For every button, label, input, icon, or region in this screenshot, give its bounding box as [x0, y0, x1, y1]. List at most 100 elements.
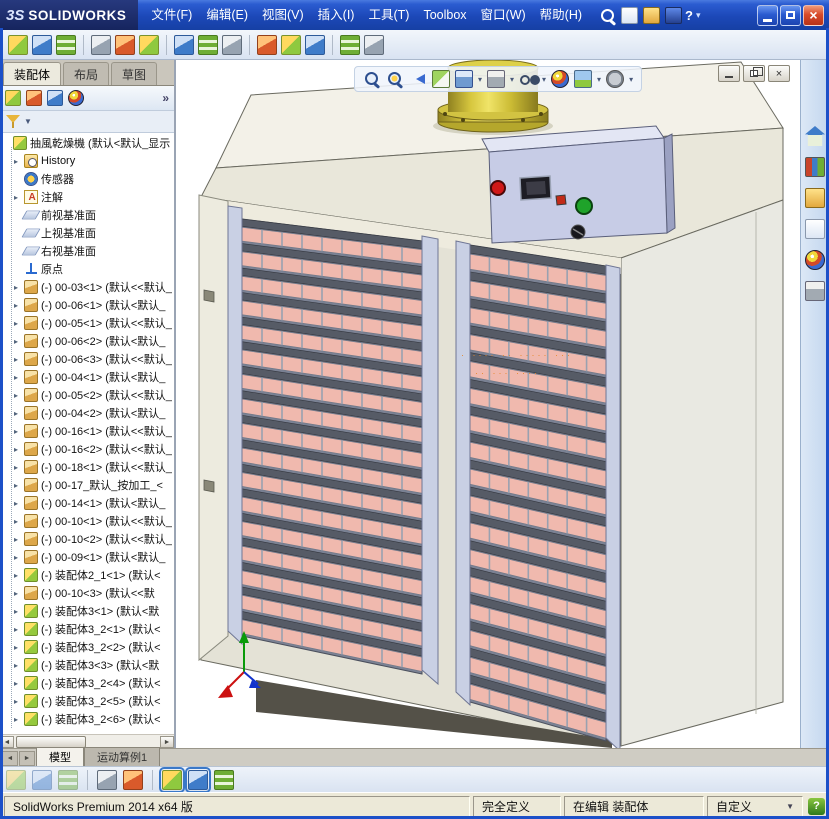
edit-appearance-icon[interactable]	[551, 70, 570, 88]
mate-icon[interactable]	[32, 34, 52, 55]
hide-show-items-icon[interactable]	[519, 70, 537, 88]
graphics-area[interactable]: · ···· ·· ····· ··· ·· ··· ···· ▾ ▾ ▾ ▾ ▾ ×	[176, 60, 800, 748]
expand-arrow-icon[interactable]: ▸	[14, 643, 24, 652]
configurationmanager-icon[interactable]	[47, 90, 63, 106]
view-orientation-icon[interactable]	[455, 70, 473, 88]
tree-item[interactable]: ▸ (-) 00-06<1> (默认<默认_	[0, 296, 174, 314]
tree-item[interactable]: 前视基准面	[0, 206, 174, 224]
edit-component-icon[interactable]	[123, 769, 143, 790]
help-icon[interactable]: ?	[808, 797, 825, 815]
show-hidden-components-icon[interactable]	[174, 34, 194, 55]
tree-item[interactable]: ▸ History	[0, 152, 174, 170]
menu-item[interactable]: Toolbox	[416, 0, 473, 30]
expand-arrow-icon[interactable]: ▸	[14, 319, 24, 328]
zoom-area-icon[interactable]	[386, 70, 404, 88]
tab-layout[interactable]: 布局	[63, 62, 110, 85]
filter-edges-icon[interactable]	[58, 769, 78, 790]
zoom-fit-icon[interactable]	[363, 70, 381, 88]
tree-item[interactable]: ▸ (-) 装配体3<3> (默认<默	[0, 656, 174, 674]
tree-item[interactable]: ▸ (-) 装配体2_1<1> (默认<	[0, 566, 174, 584]
tree-item[interactable]: 抽風乾燥機 (默认<默认_显示	[0, 134, 174, 152]
tab-motion-study[interactable]: 运动算例1	[84, 747, 161, 766]
menu-item[interactable]: 编辑(E)	[199, 0, 255, 30]
expand-arrow-icon[interactable]: ▸	[14, 535, 24, 544]
menu-item[interactable]: 工具(T)	[361, 0, 416, 30]
dropdown-caret-icon[interactable]: ▾	[542, 75, 546, 84]
tree-item[interactable]: ▸ (-) 00-04<2> (默认<默认_	[0, 404, 174, 422]
dropdown-caret-icon[interactable]: ▾	[478, 75, 482, 84]
tree-item[interactable]: ▸ (-) 装配体3_2<2> (默认<	[0, 638, 174, 656]
help-menu-button[interactable]: ?	[682, 8, 696, 23]
maximize-button[interactable]	[780, 4, 801, 26]
search-icon[interactable]	[599, 7, 616, 24]
tree-item[interactable]: ▸ (-) 00-05<2> (默认<<默认_	[0, 386, 174, 404]
apply-scene-icon[interactable]	[574, 70, 593, 88]
expand-arrow-icon[interactable]: ▸	[14, 715, 24, 724]
expand-arrow-icon[interactable]: ▸	[14, 409, 24, 418]
tree-item[interactable]: ▸ (-) 00-14<1> (默认<默认_	[0, 494, 174, 512]
tree-item[interactable]: ▸ (-) 00-04<1> (默认<默认_	[0, 368, 174, 386]
dropdown-caret-icon[interactable]: ▾	[510, 75, 514, 84]
tree-item[interactable]: ▸ (-) 00-10<3> (默认<<默	[0, 584, 174, 602]
tree-item[interactable]: ▸ (-) 装配体3_2<5> (默认<	[0, 692, 174, 710]
menu-item[interactable]: 视图(V)	[255, 0, 311, 30]
custom-menu-caret-icon[interactable]: ▼	[786, 802, 794, 811]
propertymanager-icon[interactable]	[26, 90, 42, 106]
tab-assembly[interactable]: 装配体	[3, 62, 62, 85]
document-restore-button[interactable]	[743, 65, 765, 82]
tree-item[interactable]: ▸ (-) 00-06<3> (默认<<默认_	[0, 350, 174, 368]
instant3d-icon[interactable]	[340, 34, 360, 55]
filter-dropdown-icon[interactable]: ▼	[24, 117, 32, 126]
expand-arrow-icon[interactable]: ▸	[14, 697, 24, 706]
selection-filter-icon[interactable]	[6, 769, 26, 790]
dropdown-caret-icon[interactable]: ▾	[597, 75, 601, 84]
new-document-icon[interactable]	[621, 6, 639, 24]
linear-component-pattern-icon[interactable]	[56, 34, 76, 55]
expand-arrow-icon[interactable]: ▸	[14, 157, 24, 166]
expand-arrow-icon[interactable]: ▸	[14, 355, 24, 364]
document-minimize-button[interactable]	[718, 65, 740, 82]
external-references-icon[interactable]	[364, 34, 384, 55]
design-library-icon[interactable]	[805, 157, 825, 177]
expand-arrow-icon[interactable]: ▸	[14, 391, 24, 400]
tab-model[interactable]: 模型	[36, 747, 84, 766]
previous-view-icon[interactable]	[409, 70, 427, 88]
menu-item[interactable]: 文件(F)	[144, 0, 199, 30]
dropdown-caret-icon[interactable]: ▾	[629, 75, 633, 84]
expand-arrow-icon[interactable]: ▸	[14, 445, 24, 454]
tree-item[interactable]: 原点	[0, 260, 174, 278]
document-close-button[interactable]: ×	[768, 65, 790, 82]
view-settings-icon[interactable]	[606, 70, 625, 88]
rotate-component-icon[interactable]	[139, 34, 159, 55]
tab-sketch[interactable]: 草图	[111, 62, 158, 85]
quick-access-expand-icon[interactable]: ▾	[696, 10, 701, 21]
tree-item[interactable]: ▸ (-) 00-16<1> (默认<<默认_	[0, 422, 174, 440]
tree-item[interactable]: ▸ (-) 装配体3<1> (默认<默	[0, 602, 174, 620]
open-icon[interactable]	[643, 6, 661, 24]
expand-arrow-icon[interactable]: ▸	[14, 499, 24, 508]
expand-arrow-icon[interactable]: ▸	[14, 337, 24, 346]
expand-arrow-icon[interactable]: ▸	[14, 589, 24, 598]
assembly-features-icon[interactable]	[198, 34, 218, 55]
scroll-right-icon[interactable]: ►	[160, 736, 174, 748]
expand-arrow-icon[interactable]: ▸	[14, 373, 24, 382]
tree-item[interactable]: ▸ (-) 00-10<1> (默认<<默认_	[0, 512, 174, 530]
expand-arrow-icon[interactable]: ▸	[14, 625, 24, 634]
tree-item[interactable]: ▸ (-) 00-09<1> (默认<默认_	[0, 548, 174, 566]
tree-item[interactable]: ▸ (-) 00-18<1> (默认<<默认_	[0, 458, 174, 476]
tree-item[interactable]: 右视基准面	[0, 242, 174, 260]
isolate-icon[interactable]	[97, 769, 117, 790]
tree-item[interactable]: ▸ 注解	[0, 188, 174, 206]
expand-arrow-icon[interactable]: ▸	[14, 283, 24, 292]
solidworks-resources-icon[interactable]	[805, 126, 825, 146]
exploded-view-icon[interactable]	[305, 34, 325, 55]
section-view-icon[interactable]	[432, 70, 450, 88]
display-pane-expand-icon[interactable]: »	[162, 91, 169, 105]
close-button[interactable]: ×	[803, 4, 824, 26]
reference-geometry-icon[interactable]	[222, 34, 242, 55]
display-pane-icon[interactable]	[185, 766, 211, 793]
tree-item[interactable]: ▸ (-) 00-16<2> (默认<<默认_	[0, 440, 174, 458]
menu-item[interactable]: 帮助(H)	[533, 0, 589, 30]
save-icon[interactable]	[665, 6, 683, 24]
assembly-transparency-icon[interactable]	[159, 766, 185, 793]
